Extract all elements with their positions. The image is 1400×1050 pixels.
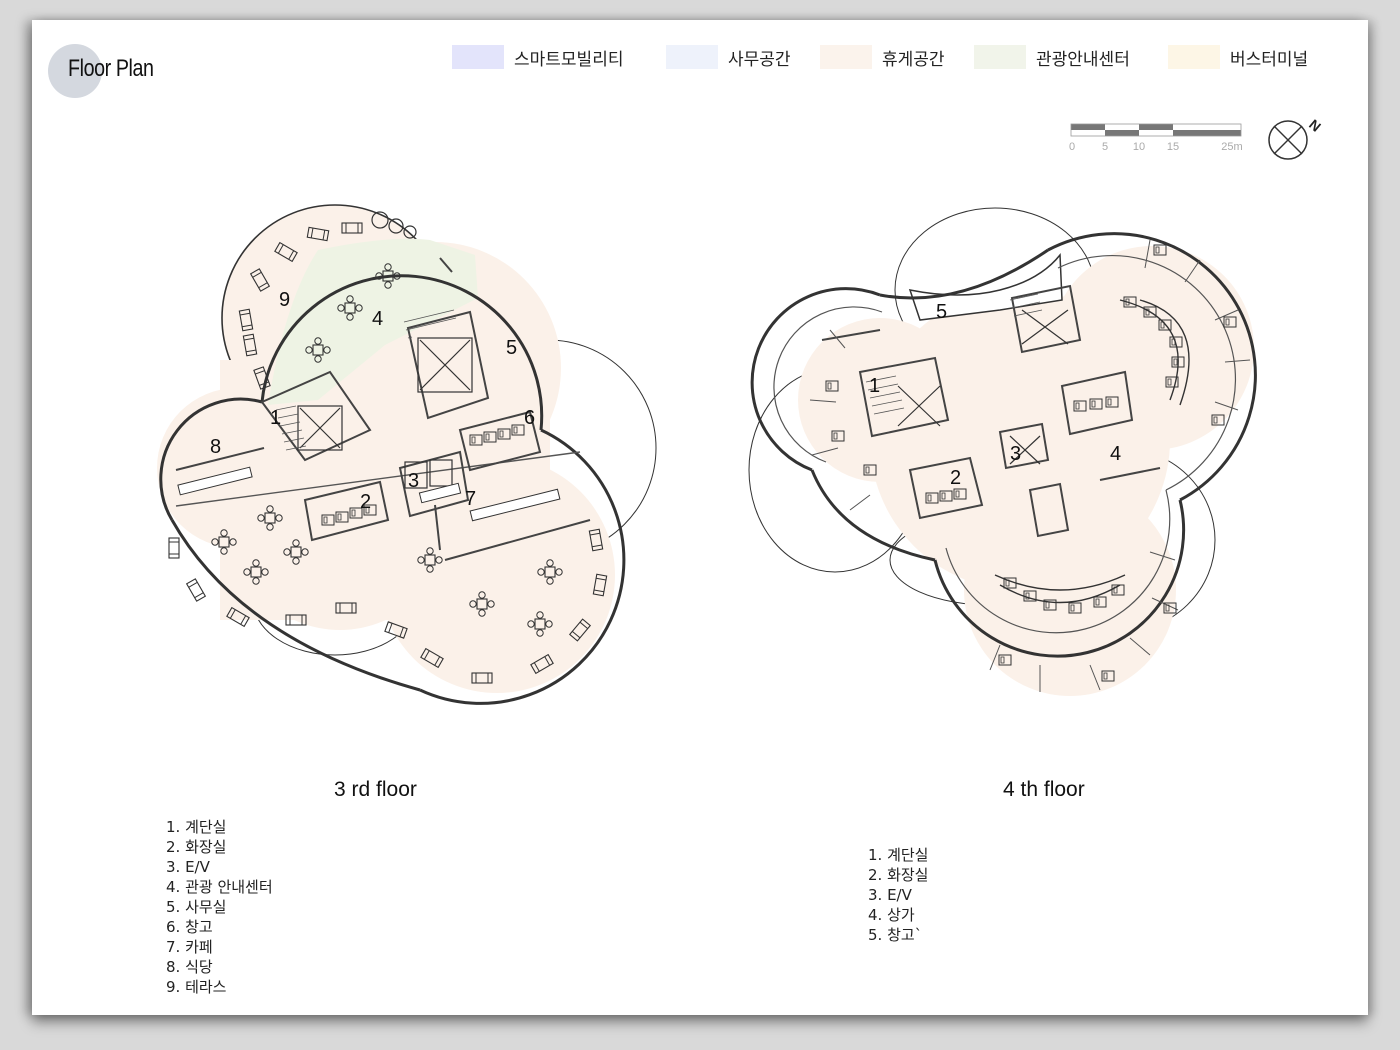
fourth-floor-room-list: 1. 계단실 2. 화장실 3. E/V 4. 상가 5. 창고` [868, 845, 928, 945]
plan-label: 5 [936, 301, 947, 323]
plan-label: 1 [270, 407, 281, 429]
plan-label: 3 [1010, 443, 1021, 465]
room-list-item: 1. 계단실 [868, 846, 929, 864]
plan-label: 4 [1110, 443, 1121, 465]
room-list-item: 9. 테라스 [166, 978, 227, 996]
room-list-item: 2. 화장실 [166, 838, 227, 856]
plan-label: 2 [360, 491, 371, 513]
scale-tick: 15 [1167, 141, 1179, 153]
plan-label: 3 [408, 470, 419, 492]
fourth-floor-title: 4 th floor [1003, 778, 1085, 801]
room-list-item: 4. 관광 안내센터 [166, 878, 273, 896]
plan-label: 8 [210, 436, 221, 458]
room-list-item: 3. E/V [868, 886, 912, 904]
third-floor-plan: 9 4 5 1 6 8 3 2 7 [157, 204, 657, 705]
room-list-item: 2. 화장실 [868, 866, 929, 884]
plan-label: 5 [506, 337, 517, 359]
room-list-item: 8. 식당 [166, 958, 213, 976]
scale-tick: 0 [1069, 141, 1075, 153]
third-floor-title: 3 rd floor [334, 778, 417, 801]
plan-label: 4 [372, 308, 383, 330]
room-list-item: 1. 계단실 [166, 818, 227, 836]
plan-label: 2 [950, 467, 961, 489]
plan-label: 1 [869, 375, 880, 397]
room-list-item: 5. 창고` [868, 926, 923, 944]
scale-tick: 5 [1102, 141, 1108, 153]
north-label: N [1306, 116, 1324, 135]
scale-tick: 10 [1133, 141, 1145, 153]
scale-bar: 0 5 10 15 25m [1069, 123, 1243, 153]
room-list-item: 5. 사무실 [166, 898, 227, 916]
room-list-item: 7. 카페 [166, 938, 213, 956]
third-floor-room-list: 1. 계단실 2. 화장실 3. E/V 4. 관광 안내센터 5. 사무실 6… [166, 817, 273, 997]
room-list-item: 4. 상가 [868, 906, 915, 924]
plan-label: 7 [465, 488, 476, 510]
room-list-item: 6. 창고 [166, 918, 213, 936]
fourth-floor-plan: 5 1 3 2 4 [748, 207, 1257, 696]
room-list-item: 3. E/V [166, 858, 210, 876]
plan-label: 9 [279, 289, 290, 311]
north-arrow-icon: N [1268, 116, 1324, 160]
plan-label: 6 [524, 407, 535, 429]
scale-tick: 25m [1221, 141, 1242, 153]
